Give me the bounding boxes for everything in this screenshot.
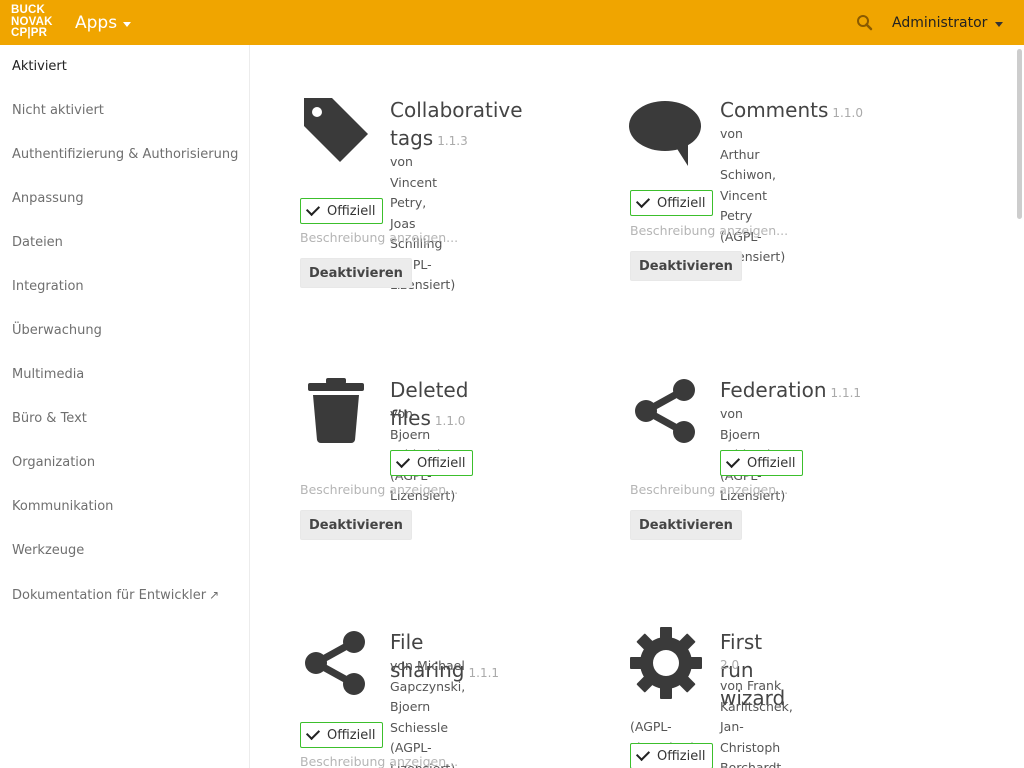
app-name: Collaborative tags 1.1.3 <box>390 98 523 150</box>
show-description-link[interactable]: Beschreibung anzeigen... <box>300 482 458 497</box>
content-scrollbar[interactable] <box>1014 45 1024 768</box>
show-description-link[interactable]: Beschreibung anzeigen... <box>630 223 788 238</box>
deactivate-button[interactable]: Deaktivieren <box>300 258 412 288</box>
share-icon <box>302 630 368 700</box>
app-author: von Arthur Schiwon, Vincent Petry (AGPL-… <box>720 126 786 264</box>
sidebar-item-organization[interactable]: Organization <box>12 453 95 473</box>
official-badge: Offiziell <box>300 198 384 224</box>
search-icon[interactable] <box>856 14 874 32</box>
sidebar-item-aktiviert[interactable]: Aktiviert <box>12 57 67 77</box>
official-badge: Offiziell <box>720 450 804 476</box>
sidebar-item-buero-text[interactable]: Büro & Text <box>12 409 87 429</box>
logo-line-3: CP|PR <box>11 27 48 39</box>
check-icon <box>305 725 321 741</box>
sidebar-item-werkzeuge[interactable]: Werkzeuge <box>12 541 84 561</box>
sidebar-item-integration[interactable]: Integration <box>12 277 84 297</box>
official-badge: Offiziell <box>630 743 714 768</box>
sidebar-item-authentifizierung[interactable]: Authentifizierung & Authorisierung <box>12 145 238 165</box>
app-version: 1.1.1 <box>830 386 862 400</box>
deactivate-button[interactable]: Deaktivieren <box>630 510 742 540</box>
share-icon <box>632 378 698 448</box>
apps-menu-label: Apps <box>75 13 118 33</box>
tag-icon <box>300 96 370 170</box>
show-description-link[interactable]: Beschreibung anzeigen... <box>630 482 788 497</box>
official-badge: Offiziell <box>300 722 384 748</box>
app-name: Comments 1.1.0 <box>720 98 863 122</box>
app-version: 1.1.0 <box>832 106 863 120</box>
company-logo[interactable]: BUCK NOVAK CP|PR <box>11 4 61 41</box>
chevron-down-icon <box>123 21 132 27</box>
apps-menu-toggle[interactable]: Apps <box>75 12 132 34</box>
sidebar-item-label: Dokumentation für Entwickler <box>12 588 207 603</box>
check-icon <box>635 193 651 209</box>
check-icon <box>395 453 411 469</box>
chevron-down-icon <box>995 21 1004 27</box>
official-badge: Offiziell <box>630 190 714 216</box>
trash-icon <box>308 378 364 448</box>
check-icon <box>725 453 741 469</box>
app-name: Federation 1.1.1 <box>720 378 862 402</box>
logo-line-1: BUCK <box>11 4 46 16</box>
app-author: von Frank Karlitschek, Jan-Christoph Bor… <box>720 678 793 768</box>
scrollbar-thumb[interactable] <box>1017 49 1022 219</box>
top-bar: BUCK NOVAK CP|PR Apps Administrator <box>0 0 1024 45</box>
app-author: von Michael Gapczynski, Bjoern Schiessle… <box>390 658 466 768</box>
check-icon <box>305 201 321 217</box>
deactivate-button[interactable]: Deaktivieren <box>300 510 412 540</box>
sidebar-item-ueberwachung[interactable]: Überwachung <box>12 321 102 341</box>
check-icon <box>635 746 651 762</box>
app-version: 2.0 <box>720 658 740 672</box>
comment-icon <box>628 100 704 172</box>
deactivate-button[interactable]: Deaktivieren <box>630 251 742 281</box>
external-link-icon: ↗ <box>209 588 220 602</box>
sidebar-item-kommunikation[interactable]: Kommunikation <box>12 497 113 517</box>
app-version: 1.1.3 <box>437 134 468 148</box>
category-sidebar: Aktiviert Nicht aktiviert Authentifizier… <box>0 45 250 768</box>
show-description-link[interactable]: Beschreibung anzeigen... <box>300 754 458 768</box>
sidebar-item-anpassung[interactable]: Anpassung <box>12 189 84 209</box>
sidebar-item-nicht-aktiviert[interactable]: Nicht aktiviert <box>12 101 104 121</box>
app-version: 1.1.1 <box>468 666 500 680</box>
show-description-link[interactable]: Beschreibung anzeigen... <box>300 230 458 245</box>
gear-icon <box>629 626 703 704</box>
official-badge: Offiziell <box>390 450 474 476</box>
user-menu-toggle[interactable]: Administrator <box>892 13 1004 33</box>
sidebar-item-dateien[interactable]: Dateien <box>12 233 63 253</box>
sidebar-item-dokumentation[interactable]: Dokumentation für Entwickler ↗ <box>12 585 219 605</box>
sidebar-item-multimedia[interactable]: Multimedia <box>12 365 84 385</box>
user-name-label: Administrator <box>892 15 988 31</box>
